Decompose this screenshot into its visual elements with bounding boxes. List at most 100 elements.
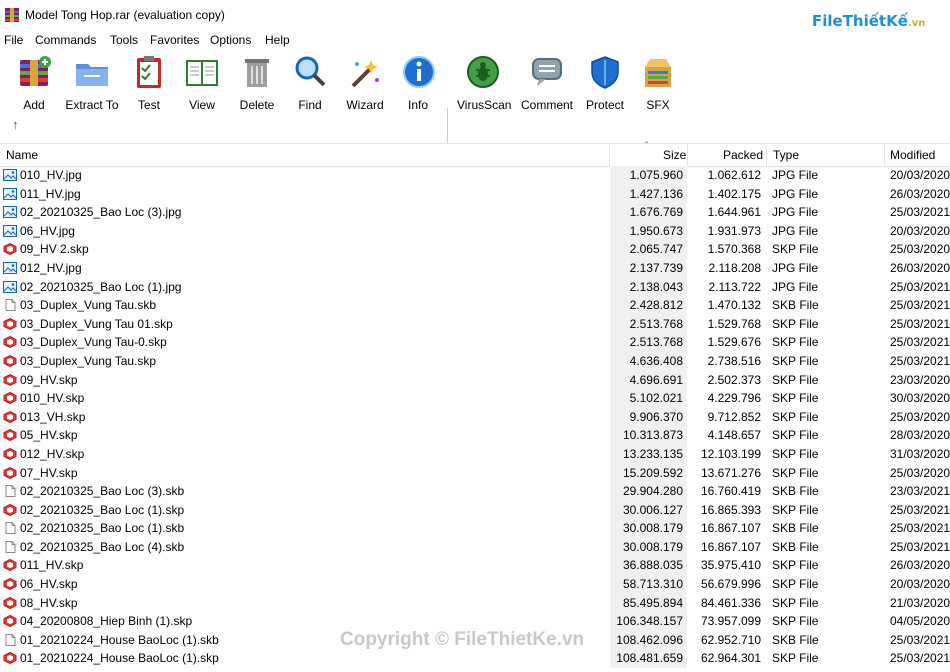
file-row[interactable]: 011_HV.skp 36.888.035 35.975.410 SKP File 26… — [0, 556, 950, 576]
file-packed: 1.529.768 — [707, 316, 761, 331]
wizard-button[interactable]: Wizard — [345, 54, 385, 112]
find-button[interactable]: Find — [292, 54, 328, 112]
column-modified[interactable]: Modified — [890, 148, 935, 162]
info-label: Info — [407, 98, 428, 112]
column-name[interactable]: Name — [6, 148, 38, 162]
file-row[interactable]: 012_HV.jpg 2.137.739 2.118.208 JPG File 26/0… — [0, 258, 950, 278]
trash-icon — [245, 59, 269, 87]
file-row[interactable]: 012_HV.skp 13.233.135 12.103.199 SKP File 31… — [0, 444, 950, 464]
file-row[interactable]: 03_Duplex_Vung Tau.skp 4.636.408 2.738.516… — [0, 351, 950, 371]
shield-icon — [591, 56, 619, 89]
virusscan-label: VirusScan — [457, 98, 512, 112]
file-row[interactable]: 09_HV 2.skp 2.065.747 1.570.368 SKP File 25/… — [0, 240, 950, 259]
file-row[interactable]: 011_HV.jpg 1.427.136 1.402.175 JPG File 26/0… — [0, 184, 950, 204]
file-size: 15.209.592 — [622, 465, 683, 480]
file-row[interactable]: 02_20210325_Bao Loc (3).skb 29.904.280 16.… — [0, 482, 950, 501]
column-divider[interactable] — [687, 144, 688, 166]
comment-button[interactable]: Comment — [519, 54, 575, 112]
file-row[interactable]: 03_Duplex_Vung Tau 01.skp 2.513.768 1.529.… — [0, 314, 950, 334]
file-type: SKP File — [772, 558, 819, 573]
file-row[interactable]: 05_HV.skp 10.313.873 4.148.657 SKP File 28/0… — [0, 426, 950, 445]
skp-file-icon — [3, 243, 17, 256]
delete-button[interactable]: Delete — [238, 54, 276, 112]
file-name: 01_20210224_House BaoLoc (1).skp — [20, 651, 219, 666]
skp-file-icon — [3, 317, 17, 330]
file-row[interactable]: 01_20210224_House BaoLoc (1).skp 108.481.… — [0, 649, 950, 669]
file-list: 010_HV.jpg 1.075.960 1.062.612 JPG File 20/0… — [0, 166, 950, 669]
file-packed: 1.570.368 — [707, 242, 761, 257]
file-packed: 1.402.175 — [707, 186, 761, 201]
file-type: SKB File — [772, 632, 819, 647]
skp-file-icon — [3, 578, 17, 591]
menu-file[interactable]: File — [4, 33, 23, 47]
menu-favorites[interactable]: Favorites — [150, 33, 199, 47]
skp-file-icon — [3, 652, 17, 665]
test-button[interactable]: Test — [131, 54, 167, 112]
column-packed[interactable]: Packed — [723, 148, 763, 162]
virus-scan-icon — [467, 56, 499, 88]
file-row[interactable]: 010_HV.skp 5.102.021 4.229.796 SKP File 30/0… — [0, 389, 950, 408]
file-modified: 25/03/2021 — [890, 353, 950, 368]
file-packed: 73.957.099 — [700, 614, 761, 629]
file-size: 1.950.673 — [629, 223, 683, 238]
add-label: Add — [23, 98, 45, 112]
file-size: 13.233.135 — [622, 446, 683, 461]
menu-commands[interactable]: Commands — [35, 33, 96, 47]
file-row[interactable]: 02_20210325_Bao Loc (4).skb 30.008.179 16.… — [0, 537, 950, 557]
file-size: 36.888.035 — [622, 558, 683, 573]
extract-to-button[interactable]: Extract To — [64, 54, 120, 112]
menu-tools[interactable]: Tools — [110, 33, 138, 47]
test-label: Test — [137, 98, 160, 112]
skp-file-icon — [3, 336, 17, 349]
file-modified: 25/03/2021 — [890, 335, 950, 350]
file-type: SKP File — [772, 242, 819, 257]
file-size: 30.008.179 — [622, 539, 683, 554]
column-divider[interactable] — [609, 144, 610, 166]
file-modified: 25/03/2021 — [890, 298, 950, 313]
file-type: SKP File — [772, 316, 819, 331]
file-row[interactable]: 08_HV.skp 85.495.894 84.461.336 SKP File 21/… — [0, 593, 950, 613]
view-button[interactable]: View — [181, 54, 223, 112]
file-packed: 16.867.107 — [700, 521, 761, 536]
column-size[interactable]: Size — [663, 148, 686, 162]
file-packed: 13.671.276 — [700, 465, 761, 480]
file-type: SKB File — [772, 484, 819, 499]
sfx-button[interactable]: SFX — [640, 54, 676, 112]
file-row[interactable]: 02_20210325_Bao Loc (1).skp 30.006.127 16.… — [0, 500, 950, 520]
file-modified: 25/03/2021 — [890, 279, 950, 294]
up-folder-arrow-icon[interactable]: ↑ — [12, 117, 19, 132]
file-row[interactable]: 010_HV.jpg 1.075.960 1.062.612 JPG File 20/0… — [0, 166, 950, 185]
add-button[interactable]: Add — [16, 54, 52, 112]
menu-help[interactable]: Help — [265, 33, 290, 47]
file-list-header: Name ˆ Size Packed Type Modified — [0, 141, 950, 167]
skp-file-icon — [3, 559, 17, 572]
file-packed: 9.712.852 — [707, 409, 761, 424]
file-row[interactable]: 03_Duplex_Vung Tau-0.skp 2.513.768 1.529.6… — [0, 333, 950, 352]
column-type[interactable]: Type — [773, 148, 799, 162]
menu-options[interactable]: Options — [210, 33, 251, 47]
magnifier-icon — [295, 56, 326, 87]
column-divider[interactable] — [766, 144, 767, 166]
file-row[interactable]: 013_VH.skp 9.906.370 9.712.852 SKP File 25/0… — [0, 407, 950, 427]
file-modified: 30/03/2020 — [890, 391, 950, 406]
file-row[interactable]: 09_HV.skp 4.696.691 2.502.373 SKP File 23/03… — [0, 370, 950, 390]
file-name: 011_HV.skp — [20, 558, 84, 573]
file-row[interactable]: 03_Duplex_Vung Tau.skb 2.428.812 1.470.132… — [0, 296, 950, 315]
info-button[interactable]: Info — [401, 54, 435, 112]
file-row[interactable]: 06_HV.skp 58.713.310 56.679.996 SKP File 20/… — [0, 575, 950, 594]
virusscan-button[interactable]: VirusScan — [457, 54, 512, 112]
file-row[interactable]: 02_20210325_Bao Loc (1).jpg 2.138.043 2.11… — [0, 277, 950, 297]
file-row[interactable]: 06_HV.jpg 1.950.673 1.931.973 JPG File 20/03… — [0, 221, 950, 241]
file-modified: 26/03/2020 — [890, 558, 950, 573]
skp-file-icon — [3, 373, 17, 386]
column-divider[interactable] — [884, 144, 885, 166]
file-row[interactable]: 02_20210325_Bao Loc (1).skb 30.008.179 16.… — [0, 519, 950, 538]
info-icon — [403, 56, 435, 88]
protect-button[interactable]: Protect — [585, 54, 625, 112]
file-row[interactable]: 07_HV.skp 15.209.592 13.671.276 SKP File 25/… — [0, 463, 950, 483]
file-row[interactable]: 02_20210325_Bao Loc (3).jpg 1.676.769 1.64… — [0, 203, 950, 222]
winrar-app-icon — [5, 8, 19, 22]
extract-folder-icon — [76, 64, 108, 86]
file-type: SKP File — [772, 428, 819, 443]
file-modified: 25/03/2021 — [890, 632, 950, 647]
